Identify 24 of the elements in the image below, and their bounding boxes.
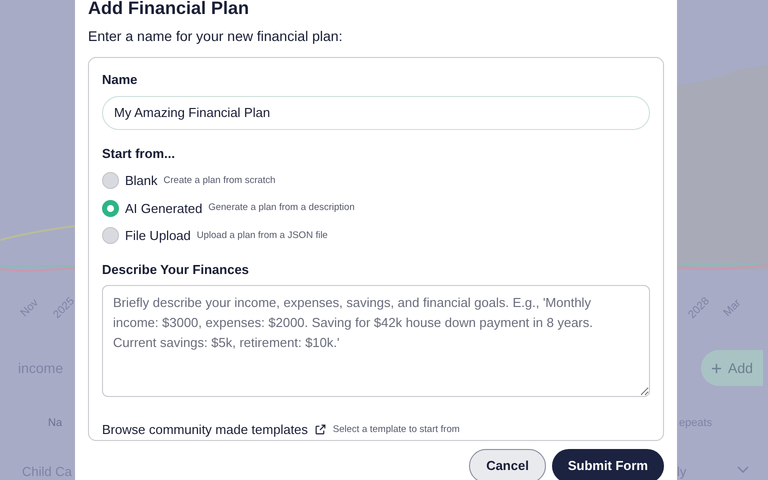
column-header: Na: [48, 416, 62, 431]
field-label: Describe Your Finances: [102, 260, 250, 278]
option-hint: Upload a plan from a JSON file: [196, 228, 328, 243]
chevron-down-icon: [737, 466, 749, 474]
option-hint: Create a plan from scratch: [164, 174, 276, 188]
dialog-subtitle: Enter a name for your new financial plan:: [88, 27, 344, 46]
option-label[interactable]: Blank: [125, 171, 158, 190]
field-label: Start from...: [102, 144, 176, 162]
plus-icon: [711, 362, 722, 374]
option-label[interactable]: AI Generated: [125, 198, 202, 218]
submit-button[interactable]: Submit Form: [552, 448, 664, 480]
radio-button[interactable]: [102, 172, 119, 190]
cancel-button[interactable]: Cancel: [469, 448, 546, 480]
link-hint: Select a template to start from: [332, 422, 460, 437]
dialog-title: Add Financial Plan: [88, 0, 250, 18]
field-label: Name: [102, 71, 138, 89]
name-field[interactable]: My Amazing Financial Plan: [102, 96, 650, 130]
option-label[interactable]: File Upload: [125, 226, 191, 246]
radio-button[interactable]: [102, 227, 119, 244]
description-field[interactable]: Briefly describe your income, expenses, savings, and financial goals. E.g., 'Monthly income: $3000, expenses: $2000. Saving for $42k house down payment in 8 years. Current savings: $5k, retirement: $10k.': [102, 285, 650, 397]
option-hint: Generate a plan from a description: [208, 201, 355, 216]
templates-link[interactable]: Browse community made templates: [102, 420, 308, 440]
external-link-icon: [314, 423, 327, 436]
radio-button[interactable]: [102, 200, 119, 217]
